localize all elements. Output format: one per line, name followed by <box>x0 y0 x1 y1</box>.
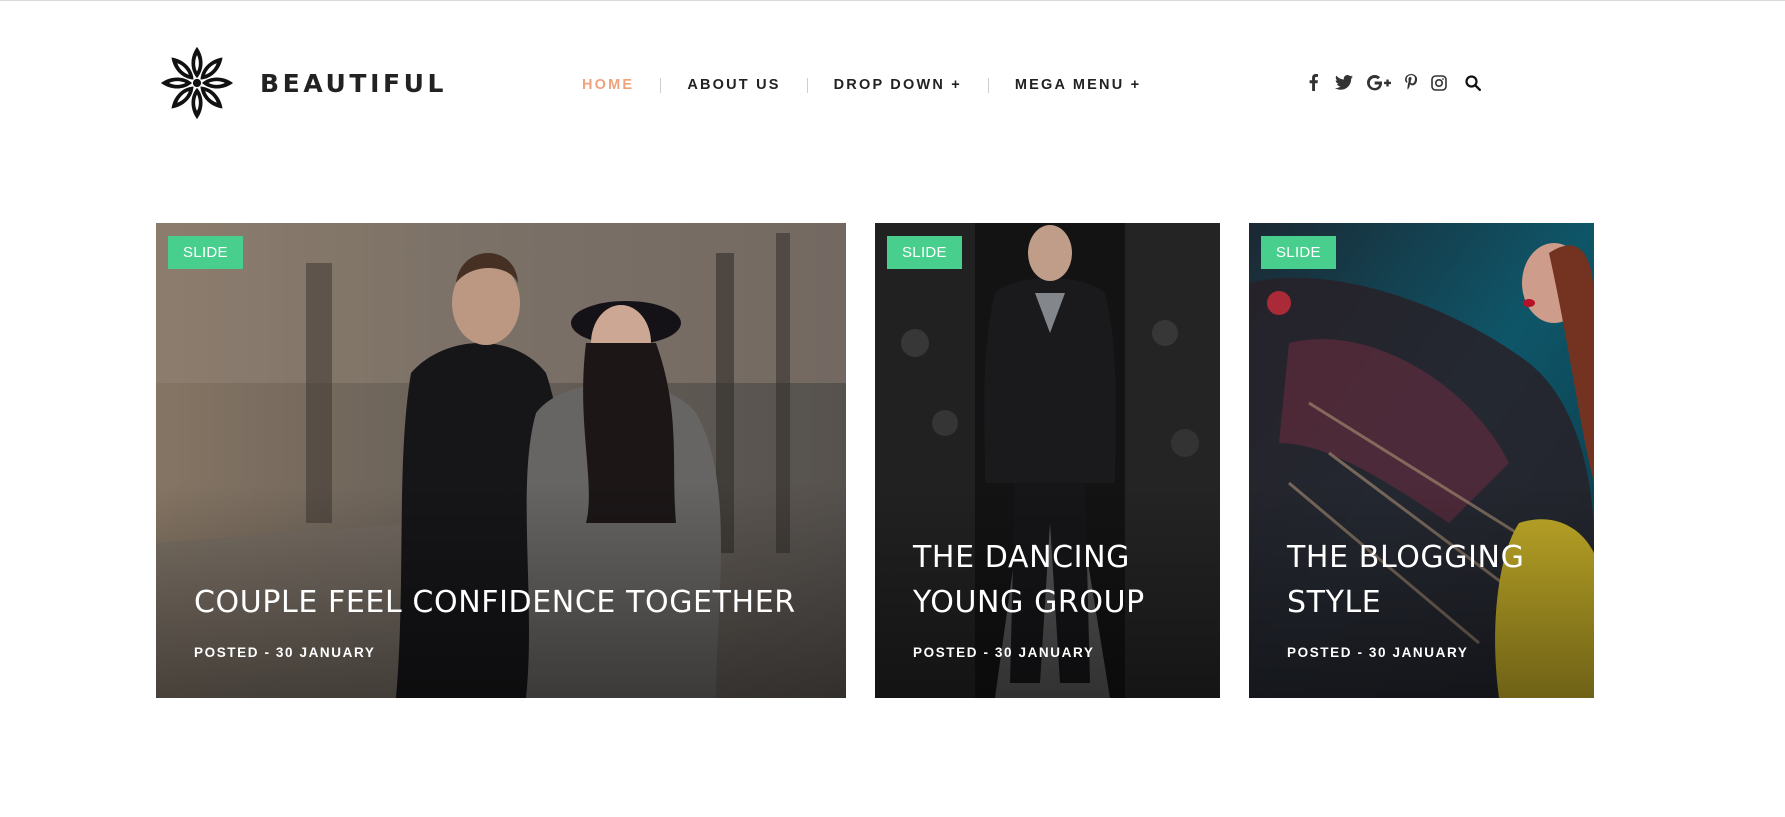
nav-item-drop-down[interactable]: DROP DOWN + <box>834 77 962 93</box>
nav-divider <box>660 77 662 93</box>
post-date: POSTED - 30 JANUARY <box>913 645 1095 660</box>
nav-divider <box>987 77 989 93</box>
twitter-icon[interactable] <box>1334 75 1354 90</box>
top-border <box>0 0 1785 1</box>
main-navigation: HOME ABOUT US DROP DOWN + MEGA MENU + <box>582 77 1141 93</box>
instagram-icon[interactable] <box>1430 74 1448 91</box>
category-badge[interactable]: SLIDE <box>1261 236 1336 269</box>
post-card-couple[interactable]: SLIDE COUPLE FEEL CONFIDENCE TOGETHER PO… <box>156 223 846 698</box>
site-name: BEAUTIFUL <box>260 68 448 98</box>
nav-divider <box>806 77 808 93</box>
nav-item-about-us[interactable]: ABOUT US <box>687 77 780 93</box>
category-badge[interactable]: SLIDE <box>168 236 243 269</box>
category-badge[interactable]: SLIDE <box>887 236 962 269</box>
post-caption: COUPLE FEEL CONFIDENCE TOGETHER POSTED -… <box>194 580 816 660</box>
post-caption: THE DANCING YOUNG GROUP POSTED - 30 JANU… <box>913 535 1190 660</box>
social-links <box>1305 74 1482 91</box>
post-card-blogging[interactable]: SLIDE THE BLOGGING STYLE POSTED - 30 JAN… <box>1249 223 1594 698</box>
post-title[interactable]: THE DANCING YOUNG GROUP <box>913 535 1190 625</box>
google-plus-icon[interactable] <box>1366 74 1392 91</box>
nav-item-home[interactable]: HOME <box>582 77 634 93</box>
flower-mandala-icon <box>160 46 234 120</box>
post-card-dancing[interactable]: SLIDE THE DANCING YOUNG GROUP POSTED - 3… <box>875 223 1220 698</box>
post-date: POSTED - 30 JANUARY <box>1287 645 1469 660</box>
post-title[interactable]: THE BLOGGING STYLE <box>1287 535 1564 625</box>
pinterest-icon[interactable] <box>1404 74 1418 91</box>
search-icon[interactable] <box>1464 74 1482 91</box>
nav-item-mega-menu[interactable]: MEGA MENU + <box>1015 77 1141 93</box>
facebook-icon[interactable] <box>1305 74 1321 91</box>
post-date: POSTED - 30 JANUARY <box>194 645 376 660</box>
post-caption: THE BLOGGING STYLE POSTED - 30 JANUARY <box>1287 535 1564 660</box>
site-logo[interactable]: BEAUTIFUL <box>156 42 447 124</box>
post-title[interactable]: COUPLE FEEL CONFIDENCE TOGETHER <box>194 580 816 625</box>
